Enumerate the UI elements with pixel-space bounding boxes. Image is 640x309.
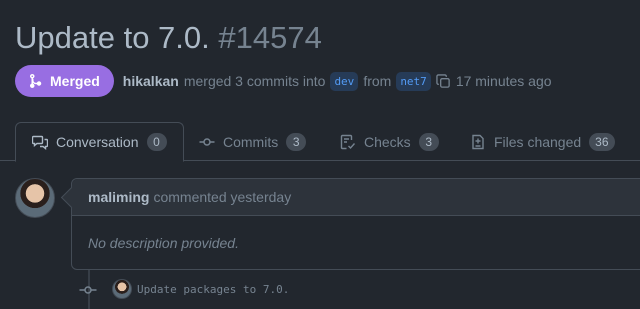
from-text: from xyxy=(363,73,392,89)
pr-number: #14574 xyxy=(218,20,322,55)
merge-action-text: merged 3 commits into xyxy=(183,73,326,89)
merge-time[interactable]: 17 minutes ago xyxy=(456,73,552,89)
git-merge-icon xyxy=(30,74,42,88)
merged-status-badge: Merged xyxy=(15,65,114,97)
commit-author-avatar[interactable] xyxy=(112,279,132,299)
tab-files-changed-label: Files changed xyxy=(494,133,582,150)
git-commit-icon xyxy=(199,137,215,146)
merged-label: Merged xyxy=(50,73,100,89)
comment-action: commented yesterday xyxy=(153,189,292,205)
head-branch-link[interactable]: net7 xyxy=(396,71,431,91)
tab-commits-count: 3 xyxy=(286,132,307,151)
comment-author-avatar[interactable] xyxy=(15,178,55,218)
comment-author-link[interactable]: maliming xyxy=(88,189,149,205)
git-commit-icon xyxy=(79,286,97,294)
tab-checks-label: Checks xyxy=(364,133,411,150)
copy-icon[interactable] xyxy=(436,73,451,89)
tab-checks[interactable]: Checks 3 xyxy=(340,122,439,161)
pr-title: Update to 7.0. #14574 xyxy=(15,18,322,58)
pr-meta: Merged hikalkan merged 3 commits into de… xyxy=(15,65,552,97)
merge-author-link[interactable]: hikalkan xyxy=(123,73,179,89)
commit-message-link[interactable]: Update packages to 7.0. xyxy=(137,283,289,296)
pr-title-text: Update to 7.0. xyxy=(15,20,210,55)
file-diff-icon xyxy=(472,134,484,149)
tab-commits-label: Commits xyxy=(223,133,279,150)
tab-conversation-label: Conversation xyxy=(56,134,139,150)
tab-files-changed[interactable]: Files changed 36 xyxy=(470,122,615,161)
comment-header: maliming commented yesterday xyxy=(72,179,640,216)
comment-body: No description provided. xyxy=(88,235,239,251)
tab-commits[interactable]: Commits 3 xyxy=(199,122,307,161)
base-branch-link[interactable]: dev xyxy=(330,71,359,91)
comment-discussion-icon xyxy=(32,135,48,150)
merge-description: hikalkan merged 3 commits into dev from … xyxy=(123,71,552,91)
tab-conversation[interactable]: Conversation 0 xyxy=(15,122,184,162)
tab-files-changed-count: 36 xyxy=(589,132,615,151)
comment-box: maliming commented yesterday No descript… xyxy=(71,178,640,270)
checklist-icon xyxy=(340,134,356,149)
tab-conversation-count: 0 xyxy=(146,133,167,151)
tab-checks-count: 3 xyxy=(418,132,439,151)
